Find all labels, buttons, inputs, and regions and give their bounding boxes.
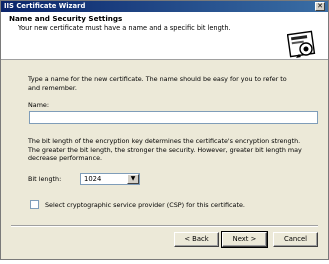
divider	[11, 225, 318, 227]
name-label: Name:	[28, 101, 50, 109]
csp-checkbox-label[interactable]: Select cryptographic service provider (C…	[45, 201, 315, 210]
dropdown-arrow-icon[interactable]: ▼	[127, 174, 139, 184]
page-description: Your new certificate must have a name an…	[18, 24, 231, 32]
window-title: IIS Certificate Wizard	[4, 2, 86, 10]
bitlength-description-line-2: The greater the bit length, the stronger…	[28, 145, 302, 154]
bitlength-description-line-1: The bit length of the encryption key det…	[28, 137, 301, 145]
bitlength-label: Bit length:	[28, 175, 62, 183]
name-instruction-line-1: Type a name for the new certificate. The…	[28, 75, 287, 83]
name-instruction: Type a name for the new certificate. The…	[28, 75, 318, 92]
wizard-header: Name and Security Settings Your new cert…	[1, 12, 328, 60]
page-title: Name and Security Settings	[9, 14, 123, 23]
name-instruction-line-2: and remember.	[28, 83, 77, 92]
wizard-window: IIS Certificate Wizard ✕ Name and Securi…	[0, 0, 329, 260]
bitlength-select[interactable]: 1024 ▼	[80, 173, 140, 185]
bitlength-description: The bit length of the encryption key det…	[28, 137, 318, 163]
bitlength-description-line-3: decrease performance.	[28, 154, 103, 162]
name-input[interactable]	[29, 111, 318, 124]
back-button[interactable]: < Back	[174, 232, 219, 247]
certificate-wizard-icon	[287, 30, 316, 58]
cancel-button[interactable]: Cancel	[273, 232, 318, 247]
title-bar: IIS Certificate Wizard ✕	[1, 1, 328, 12]
close-button[interactable]: ✕	[315, 2, 325, 11]
next-button[interactable]: Next >	[221, 231, 268, 248]
bitlength-selected-value: 1024	[84, 175, 102, 183]
csp-checkbox[interactable]	[30, 200, 39, 209]
